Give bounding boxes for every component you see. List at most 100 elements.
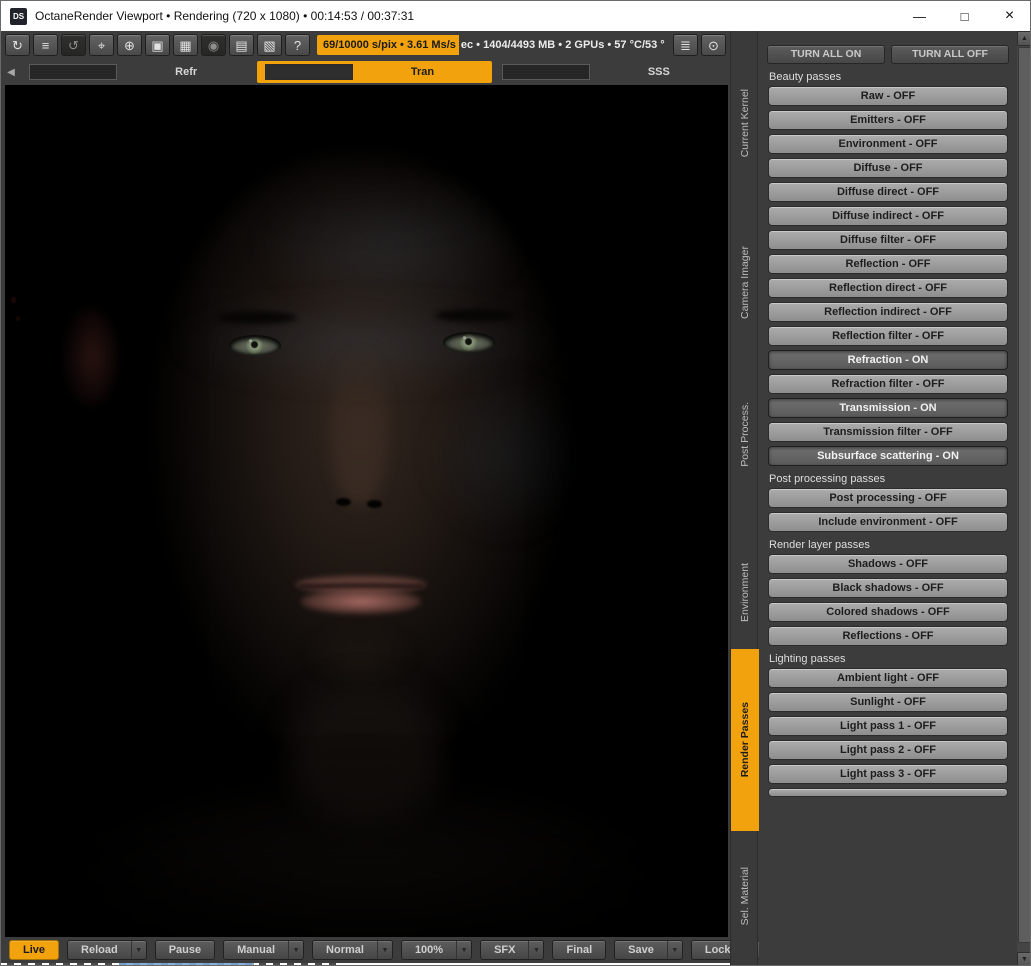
side-tab-post-process[interactable]: Post Process.	[731, 401, 759, 467]
sfx-button[interactable]: SFX ▼	[480, 940, 545, 960]
bottom-button-label: Save	[628, 944, 654, 956]
pass-button-refraction-filter[interactable]: Refraction filter - OFF	[768, 374, 1008, 394]
subsampling-button[interactable]: ▦	[173, 34, 198, 56]
pass-button-refraction[interactable]: Refraction - ON	[768, 350, 1008, 370]
side-tab-label: Render Passes	[739, 702, 751, 778]
panel-top-buttons: TURN ALL ON TURN ALL OFF	[767, 45, 1009, 64]
pass-button-black-shadows[interactable]: Black shadows - OFF	[768, 578, 1008, 598]
chevron-down-icon[interactable]: ▼	[528, 941, 543, 959]
subsampling-icon: ▦	[179, 37, 192, 53]
pass-button-ambient-light[interactable]: Ambient light - OFF	[768, 668, 1008, 688]
snapshot-button[interactable]: ⊙	[701, 34, 726, 56]
pass-button-raw[interactable]: Raw - OFF	[768, 86, 1008, 106]
100-button[interactable]: 100% ▼	[400, 940, 473, 960]
snapshot-icon: ⊙	[708, 37, 719, 53]
checker-background-button[interactable]: ▤	[229, 34, 254, 56]
maximize-button[interactable]: □	[942, 1, 987, 31]
buffer-segment-tran[interactable]: Tran	[257, 61, 492, 83]
save-image-button[interactable]: ▧	[257, 34, 282, 56]
side-tab-environment[interactable]: Environment	[731, 556, 759, 628]
side-tab-label: Post Process.	[739, 401, 751, 467]
pass-button-emitters[interactable]: Emitters - OFF	[768, 110, 1008, 130]
pass-button-reflection-indirect[interactable]: Reflection indirect - OFF	[768, 302, 1008, 322]
log-button[interactable]: ≣	[673, 34, 698, 56]
side-tab-strip: Current Kernel Camera Imager Post Process.…	[730, 31, 759, 965]
pass-button-diffuse-filter[interactable]: Diffuse filter - OFF	[768, 230, 1008, 250]
octane-render-viewport-window: DS OctaneRender Viewport • Rendering (72…	[0, 0, 1031, 966]
help-icon: ?	[293, 37, 302, 53]
pick-focus-button[interactable]: ⊕	[117, 34, 142, 56]
reload-button[interactable]: Reload ▼	[67, 940, 147, 960]
pass-button-transmission-filter[interactable]: Transmission filter - OFF	[768, 422, 1008, 442]
side-tab-label: Current Kernel	[739, 89, 751, 158]
clay-mode-button[interactable]: ◉	[201, 34, 226, 56]
chevron-down-icon[interactable]: ▼	[456, 941, 471, 959]
normal-button[interactable]: Normal ▼	[312, 940, 393, 960]
previous-buffer-button[interactable]: ◀	[3, 67, 19, 78]
chevron-down-icon[interactable]: ▼	[666, 941, 682, 959]
turn-all-on-button[interactable]: TURN ALL ON	[767, 45, 885, 64]
final-button[interactable]: Final	[552, 940, 607, 960]
pass-button-light-pass-2[interactable]: Light pass 2 - OFF	[768, 740, 1008, 760]
bottom-button-label: SFX	[494, 944, 516, 956]
save-image-icon: ▧	[263, 37, 276, 53]
chevron-down-icon[interactable]: ▼	[130, 941, 146, 959]
pass-button-light-pass-3[interactable]: Light pass 3 - OFF	[768, 764, 1008, 784]
live-button[interactable]: Live	[9, 940, 60, 960]
side-tab-camera-imager[interactable]: Camera Imager	[731, 241, 759, 323]
bottom-button-label: Reload	[81, 944, 118, 956]
restart-render-button[interactable]: ↻	[5, 34, 30, 56]
pass-button-reflection-filter[interactable]: Reflection filter - OFF	[768, 326, 1008, 346]
vignette-overlay	[5, 85, 728, 937]
pause-button[interactable]: Pause	[154, 940, 216, 960]
chevron-down-icon[interactable]: ▼	[288, 941, 303, 959]
scroll-up-icon[interactable]: ▲	[1017, 31, 1030, 46]
pass-button-subsurface-scattering[interactable]: Subsurface scattering - ON	[768, 446, 1008, 466]
section-label: Beauty passes	[769, 71, 842, 83]
side-tab-label: Environment	[739, 562, 751, 622]
title-bar[interactable]: DS OctaneRender Viewport • Rendering (72…	[1, 1, 1030, 31]
scrollbar-thumb[interactable]	[1018, 47, 1030, 943]
pass-button-diffuse[interactable]: Diffuse - OFF	[768, 158, 1008, 178]
render-stats: 69/10000 s/pix • 3.61 Ms/s ec • 1404/449…	[317, 35, 665, 55]
side-tab-sel-material[interactable]: Sel. Material	[731, 859, 759, 933]
pass-button-sunlight[interactable]: Sunlight - OFF	[768, 692, 1008, 712]
pass-button-diffuse-direct[interactable]: Diffuse direct - OFF	[768, 182, 1008, 202]
pass-button-shadows[interactable]: Shadows - OFF	[768, 554, 1008, 574]
buffer-segment-refr[interactable]: Refr	[21, 61, 255, 83]
pass-button-transmission[interactable]: Transmission - ON	[768, 398, 1008, 418]
render-viewport[interactable]	[5, 85, 728, 937]
pass-button-reflection-direct[interactable]: Reflection direct - OFF	[768, 278, 1008, 298]
side-tab-current-kernel[interactable]: Current Kernel	[731, 86, 759, 161]
scroll-down-icon[interactable]: ▼	[1017, 952, 1030, 965]
close-button[interactable]: ×	[987, 1, 1030, 31]
panel-sections: Beauty passes Raw - OFF Emitters - OFF Envi…	[767, 71, 1009, 797]
pass-button-light-pass-1[interactable]: Light pass 1 - OFF	[768, 716, 1008, 736]
pass-button-post-processing[interactable]: Post processing - OFF	[768, 488, 1008, 508]
fit-view-button[interactable]: ⌖	[89, 34, 114, 56]
render-stats-highlight: 69/10000 s/pix • 3.61 Ms/s	[317, 35, 459, 55]
manual-button[interactable]: Manual ▼	[223, 940, 305, 960]
pass-button-reflection[interactable]: Reflection - OFF	[768, 254, 1008, 274]
chevron-down-icon[interactable]: ▼	[376, 941, 392, 959]
panel-scrollbar[interactable]: ▲ ▼	[1017, 31, 1030, 965]
pass-button-environment[interactable]: Environment - OFF	[768, 134, 1008, 154]
buffer-segment-sss[interactable]: SSS	[494, 61, 728, 83]
render-priority-button[interactable]: ≡	[33, 34, 58, 56]
save-button[interactable]: Save ▼	[614, 940, 683, 960]
reset-camera-icon: ↺	[68, 37, 79, 53]
window-controls: — □ ×	[897, 1, 1030, 31]
turn-all-off-button[interactable]: TURN ALL OFF	[891, 45, 1009, 64]
pass-button-include-environment[interactable]: Include environment - OFF	[768, 512, 1008, 532]
minimize-button[interactable]: —	[897, 1, 942, 31]
side-tab-render-passes[interactable]: Render Passes	[731, 649, 759, 831]
pass-button-partial[interactable]	[768, 788, 1008, 797]
pass-button-diffuse-indirect[interactable]: Diffuse indirect - OFF	[768, 206, 1008, 226]
bottom-button-label: 100%	[414, 944, 444, 956]
help-button[interactable]: ?	[285, 34, 310, 56]
reset-camera-button[interactable]: ↺	[61, 34, 86, 56]
toolbar-right-icons: ≣ ⊙	[673, 34, 726, 56]
pass-button-reflections[interactable]: Reflections - OFF	[768, 626, 1008, 646]
region-render-button[interactable]: ▣	[145, 34, 170, 56]
pass-button-colored-shadows[interactable]: Colored shadows - OFF	[768, 602, 1008, 622]
